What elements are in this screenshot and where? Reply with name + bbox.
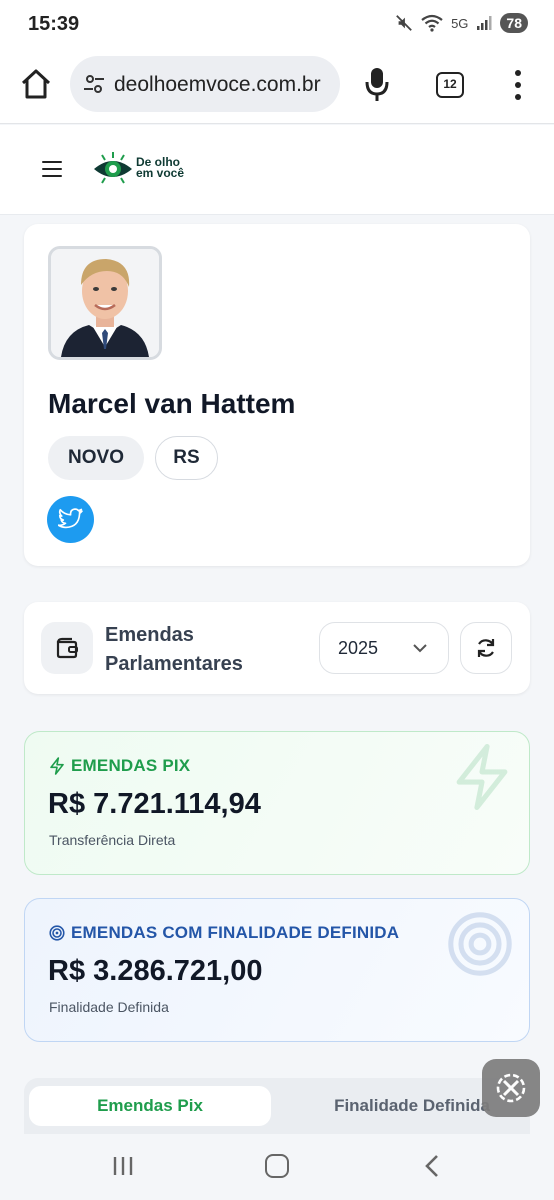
microphone-icon[interactable] [362, 64, 392, 104]
accessibility-tools-button[interactable] [482, 1059, 540, 1117]
party-badge[interactable]: NOVO [48, 436, 144, 480]
recent-apps-icon[interactable] [112, 1155, 134, 1177]
browser-toolbar: deolhoemvoce.com.br 12 [0, 50, 554, 124]
address-bar[interactable]: deolhoemvoce.com.br [70, 56, 340, 112]
status-time: 15:39 [28, 13, 80, 35]
year-value: 2025 [338, 638, 379, 658]
emendas-finalidade-card[interactable]: EMENDAS COM FINALIDADE DEFINIDA R$ 3.286… [24, 898, 530, 1042]
profile-card: Marcel van Hattem NOVO RS [24, 224, 530, 566]
wallet-icon [56, 637, 78, 659]
mute-icon [396, 15, 412, 31]
state-badge[interactable]: RS [155, 436, 218, 480]
portrait-image [51, 249, 159, 357]
tools-icon [496, 1073, 526, 1103]
status-icons: 5G 78 [395, 13, 528, 33]
network-type: 5G [451, 15, 469, 31]
signal-icon [477, 16, 492, 30]
avatar [48, 246, 162, 360]
finalidade-amount: R$ 3.286.721,00 [48, 955, 263, 987]
pix-amount: R$ 7.721.114,94 [48, 788, 261, 820]
refresh-button[interactable] [460, 622, 512, 674]
finalidade-description: Finalidade Definida [49, 999, 169, 1015]
site-logo[interactable]: De olho em você [92, 151, 192, 187]
more-options-icon[interactable] [508, 68, 528, 102]
twitter-icon [58, 508, 83, 529]
tab-switcher-button[interactable]: 12 [436, 72, 464, 98]
tab-emendas-pix[interactable]: Emendas Pix [29, 1086, 271, 1126]
url-text[interactable]: deolhoemvoce.com.br [114, 73, 330, 97]
refresh-icon [477, 639, 495, 657]
emendas-tabs: Emendas Pix Finalidade Definida [24, 1078, 530, 1134]
eye-logo-icon [94, 152, 132, 184]
wifi-icon [421, 14, 443, 32]
site-header: De olho em você [0, 125, 554, 215]
system-navigation-bar [0, 1134, 554, 1200]
finalidade-label: EMENDAS COM FINALIDADE DEFINIDA [49, 923, 399, 943]
menu-icon[interactable] [42, 161, 62, 178]
target-bg-icon [448, 912, 512, 976]
home-icon[interactable] [16, 64, 56, 104]
emendas-selector-card: Emendas Parlamentares 2025 [24, 602, 530, 694]
pix-description: Transferência Direta [49, 832, 176, 848]
back-icon[interactable] [424, 1154, 440, 1178]
pix-label: EMENDAS PIX [49, 756, 190, 776]
system-home-icon[interactable] [265, 1154, 289, 1178]
twitter-button[interactable] [47, 496, 94, 543]
status-bar: 15:39 5G 78 [0, 0, 554, 50]
chevron-down-icon [413, 644, 427, 653]
site-settings-icon[interactable] [82, 72, 106, 96]
lightning-icon [50, 757, 64, 775]
politician-name: Marcel van Hattem [48, 388, 296, 419]
year-select[interactable]: 2025 [319, 622, 449, 674]
wallet-icon-box [41, 622, 93, 674]
target-icon [49, 925, 65, 941]
emendas-pix-card[interactable]: EMENDAS PIX R$ 7.721.114,94 Transferênci… [24, 731, 530, 875]
battery-level: 78 [500, 13, 528, 33]
logo-text: De olho em você [136, 155, 185, 180]
emendas-title: Emendas Parlamentares [105, 624, 243, 675]
lightning-bg-icon [456, 744, 508, 810]
